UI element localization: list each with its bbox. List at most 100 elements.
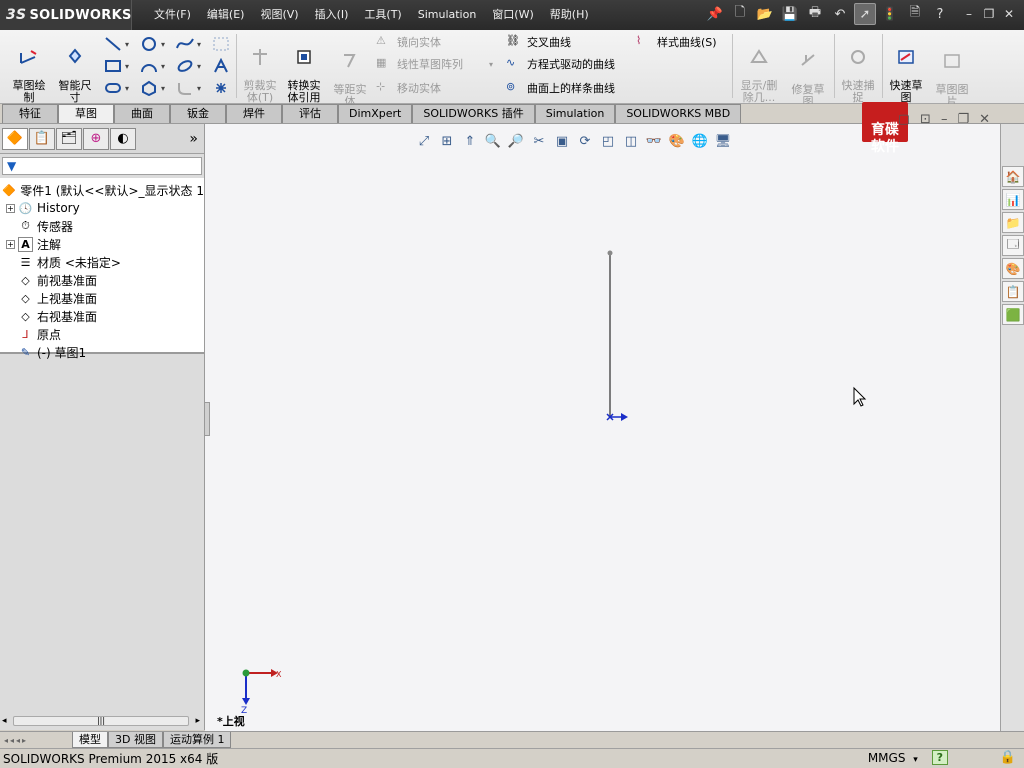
intersection-curve-button[interactable]: ⛓ 交叉曲线: [506, 34, 571, 50]
ellipse-tool[interactable]: ▾: [176, 56, 206, 76]
scroll-right-icon[interactable]: ▸: [195, 716, 200, 726]
quick-tips-help-icon[interactable]: ?: [931, 750, 948, 765]
save-icon[interactable]: 💾: [779, 3, 801, 25]
expand-icon[interactable]: +: [6, 203, 15, 213]
menu-insert[interactable]: 插入(I): [307, 0, 357, 30]
menu-view[interactable]: 视图(V): [252, 0, 306, 30]
new-document-icon[interactable]: 🗋: [729, 3, 751, 25]
fillet-tool[interactable]: ▾: [176, 78, 206, 98]
more-tabs-icon[interactable]: »: [189, 131, 198, 147]
expand-icon[interactable]: +: [6, 239, 15, 249]
tree-item-sensors[interactable]: ⏱ 传感器: [0, 217, 204, 235]
forum-icon[interactable]: 🟩: [1002, 304, 1024, 325]
restore-icon[interactable]: ❐: [980, 5, 998, 23]
tree-root-part[interactable]: 🔶 零件1 (默认<<默认>_显示状态 1: [0, 181, 204, 199]
polygon-tool[interactable]: ▾: [140, 78, 170, 98]
select-cursor-icon[interactable]: ➚: [854, 3, 876, 25]
menu-window[interactable]: 窗口(W): [484, 0, 541, 30]
close-icon[interactable]: ✕: [1000, 5, 1018, 23]
line-tool[interactable]: ▾: [104, 34, 134, 54]
print-icon[interactable]: 🖶: [804, 3, 826, 25]
rebuild-status-icon[interactable]: 🔒: [1000, 750, 1016, 765]
sketch-button[interactable]: 草图绘 制: [8, 36, 50, 104]
face-spline-button[interactable]: ⊚ 曲面上的样条曲线: [506, 80, 615, 96]
tree-item-annotations[interactable]: + A 注解: [0, 235, 204, 253]
tab-3d-views[interactable]: 3D 视图: [108, 732, 163, 748]
tree-item-right-plane[interactable]: ◇ 右视基准面: [0, 307, 204, 325]
solidworks-logo[interactable]: 3S SOLIDWORKS: [0, 0, 132, 30]
tab-addins[interactable]: SOLIDWORKS 插件: [412, 104, 535, 123]
tree-item-front-plane[interactable]: ◇ 前视基准面: [0, 271, 204, 289]
rectangle-tool[interactable]: ▾: [104, 56, 134, 76]
display-delete-relations-button[interactable]: 显示/删 除几...: [736, 36, 782, 104]
mirror-entities-button[interactable]: ⚠ 镜向实体: [376, 34, 441, 50]
rapid-sketch-button[interactable]: 快速草 图: [884, 36, 928, 104]
trim-button[interactable]: 剪裁实 体(T): [240, 36, 280, 104]
tree-item-sketch1[interactable]: ✎ (-) 草图1: [0, 343, 204, 361]
tab-evaluate[interactable]: 评估: [282, 104, 338, 123]
smart-dimension-button[interactable]: 智能尺 寸: [54, 36, 96, 104]
style-spline-button[interactable]: ⌇ 样式曲线(S): [636, 34, 717, 50]
open-icon[interactable]: 📂: [754, 3, 776, 25]
help-icon[interactable]: ?: [929, 3, 951, 25]
solidworks-resources-icon[interactable]: 🏠: [1002, 166, 1024, 187]
tree-item-material[interactable]: ☰ 材质 <未指定>: [0, 253, 204, 271]
menu-tools[interactable]: 工具(T): [356, 0, 409, 30]
tree-item-top-plane[interactable]: ◇ 上视基准面: [0, 289, 204, 307]
offset-entities-button[interactable]: 等距实 体: [330, 40, 370, 108]
arc-tool[interactable]: ▾: [140, 56, 170, 76]
quick-snaps-button[interactable]: 快速捕 捉: [838, 36, 878, 104]
grid-tool[interactable]: [212, 34, 242, 54]
tab-weldments[interactable]: 焊件: [226, 104, 282, 123]
equation-curve-button[interactable]: ∿ 方程式驱动的曲线: [506, 56, 615, 72]
tab-sheet-metal[interactable]: 钣金: [170, 104, 226, 123]
design-library-icon[interactable]: 📊: [1002, 189, 1024, 210]
tab-model[interactable]: 模型: [72, 732, 108, 748]
move-entities-button[interactable]: ⊹ 移动实体: [376, 80, 441, 96]
configuration-manager-tab-icon[interactable]: 🗂: [56, 127, 82, 150]
graphics-area[interactable]: ⤢ ⊞ ⇑ 🔍 🔎 ✂ ▣ ⟳ ◰ ◫ 👓 🎨 🌐 🖥 育碟 软件 ▢ ⊡ – …: [204, 102, 1000, 731]
circle-tool[interactable]: ▾: [140, 34, 170, 54]
convert-entities-button[interactable]: 转换实 体引用: [284, 36, 324, 104]
spline-tool[interactable]: ▾: [176, 34, 206, 54]
tab-surfaces[interactable]: 曲面: [114, 104, 170, 123]
tab-mbd[interactable]: SOLIDWORKS MBD: [615, 104, 742, 123]
point-tool[interactable]: [212, 78, 242, 98]
tree-filter-field[interactable]: ▼: [2, 157, 202, 175]
units-selector[interactable]: MMGS ▾: [868, 751, 918, 765]
sketch-endpoint[interactable]: [607, 250, 613, 256]
tab-dimxpert[interactable]: DimXpert: [338, 104, 413, 123]
file-explorer-icon[interactable]: 📁: [1002, 212, 1024, 233]
tab-simulation[interactable]: Simulation: [534, 104, 616, 123]
text-tool[interactable]: [212, 56, 242, 76]
appearances-icon[interactable]: 🎨: [1002, 258, 1024, 279]
custom-properties-icon[interactable]: 📋: [1002, 281, 1024, 302]
linear-pattern-button[interactable]: ▦ 线性草图阵列 ▾: [376, 56, 493, 72]
feature-manager-tab-icon[interactable]: 🔶: [2, 127, 28, 150]
tab-sketch[interactable]: 草图: [58, 104, 114, 123]
menu-simulation[interactable]: Simulation: [410, 0, 485, 30]
display-manager-tab-icon[interactable]: ◐: [110, 127, 136, 150]
menu-file[interactable]: 文件(F): [146, 0, 199, 30]
tree-item-history[interactable]: + 🕓 History: [0, 199, 204, 217]
dimxpert-manager-tab-icon[interactable]: ⊕: [83, 127, 109, 150]
view-palette-icon[interactable]: 🗔: [1002, 235, 1024, 256]
undo-icon[interactable]: ↶: [829, 3, 851, 25]
menu-help[interactable]: 帮助(H): [542, 0, 597, 30]
pin-icon[interactable]: 📌: [704, 3, 726, 25]
scroll-thumb[interactable]: |||: [12, 716, 190, 726]
scroll-left-icon[interactable]: ◂: [2, 716, 7, 726]
tab-features[interactable]: 特征: [2, 104, 58, 123]
rebuild-icon[interactable]: 🚦: [879, 3, 901, 25]
repair-sketch-button[interactable]: 修复草 图: [786, 40, 830, 108]
property-manager-tab-icon[interactable]: 📋: [29, 127, 55, 150]
menu-edit[interactable]: 编辑(E): [199, 0, 253, 30]
sketch-picture-button[interactable]: 草图图 片: [930, 40, 974, 108]
slot-tool[interactable]: ▾: [104, 78, 134, 98]
panel-horizontal-scrollbar[interactable]: ◂ ||| ▸: [2, 714, 200, 728]
tree-item-origin[interactable]: ⅃ 原点: [0, 325, 204, 343]
tab-motion-study[interactable]: 运动算例 1: [162, 732, 232, 748]
sketch-canvas[interactable]: X Z: [205, 124, 1000, 731]
tab-navigation-arrows[interactable]: ◂◂◂▸: [0, 736, 72, 745]
minimize-icon[interactable]: –: [960, 5, 978, 23]
